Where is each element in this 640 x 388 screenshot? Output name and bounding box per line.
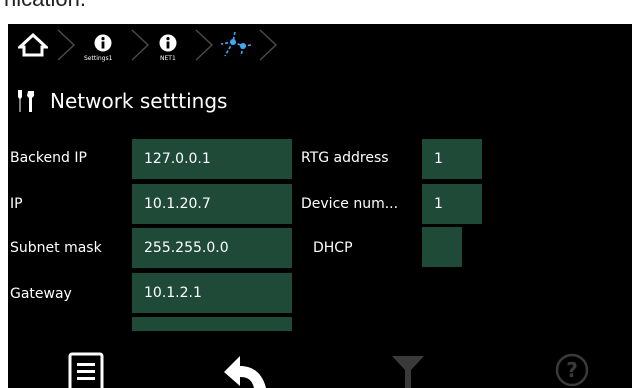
subnet-mask-label: Subnet mask bbox=[10, 240, 102, 256]
top-fragment-text: nication. bbox=[4, 0, 86, 12]
backend-ip-label: Backend IP bbox=[10, 150, 87, 166]
page-title: Network setttings bbox=[50, 89, 228, 113]
dhcp-checkbox[interactable] bbox=[422, 227, 462, 267]
ip-field[interactable]: 10.1.20.7 bbox=[132, 184, 292, 224]
home-icon[interactable] bbox=[18, 33, 48, 57]
breadcrumb-label-net1: NET1 bbox=[160, 55, 176, 62]
backend-ip-field[interactable]: 127.0.0.1 bbox=[132, 139, 292, 179]
next-field-partial[interactable] bbox=[132, 317, 292, 331]
breadcrumb: Settings1 NET1 bbox=[8, 24, 632, 66]
gateway-label: Gateway bbox=[10, 286, 72, 302]
info-icon bbox=[94, 34, 112, 52]
device-number-label: Device num... bbox=[301, 196, 399, 212]
page-top-fragment: nication. bbox=[0, 0, 640, 24]
rtg-address-field[interactable]: 1 bbox=[422, 139, 482, 179]
info-icon bbox=[159, 34, 177, 52]
filter-icon[interactable] bbox=[390, 354, 426, 388]
tools-icon bbox=[18, 90, 34, 112]
network-topology-icon[interactable] bbox=[215, 28, 255, 62]
help-icon[interactable]: ? bbox=[554, 352, 590, 388]
svg-text:?: ? bbox=[566, 358, 578, 382]
device-screen: Settings1 NET1 Network setttings Backend… bbox=[8, 24, 632, 388]
rtg-address-label: RTG address bbox=[301, 150, 389, 166]
breadcrumb-item-net1[interactable]: NET1 bbox=[150, 24, 190, 66]
page-header: Network setttings bbox=[16, 86, 227, 116]
device-number-field[interactable]: 1 bbox=[422, 184, 482, 224]
breadcrumb-label-settings1: Settings1 bbox=[84, 55, 113, 62]
breadcrumb-item-settings1[interactable]: Settings1 bbox=[82, 24, 128, 66]
gateway-field[interactable]: 10.1.2.1 bbox=[132, 273, 292, 313]
ip-label: IP bbox=[10, 196, 23, 212]
footer-toolbar: ? bbox=[8, 350, 632, 388]
menu-icon[interactable] bbox=[68, 352, 104, 388]
dhcp-label: DHCP bbox=[313, 240, 353, 256]
subnet-mask-field[interactable]: 255.255.0.0 bbox=[132, 228, 292, 268]
back-icon[interactable] bbox=[220, 352, 270, 388]
